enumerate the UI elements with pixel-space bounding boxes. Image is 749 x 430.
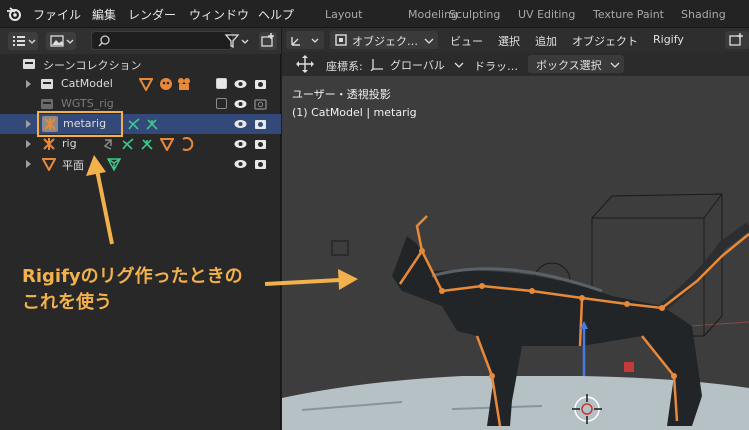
annotation-line-1: Rigifyのリグ作ったときの <box>22 266 243 287</box>
annotation-arrows <box>86 155 358 290</box>
annotation-line-2: これを使う <box>22 292 112 313</box>
